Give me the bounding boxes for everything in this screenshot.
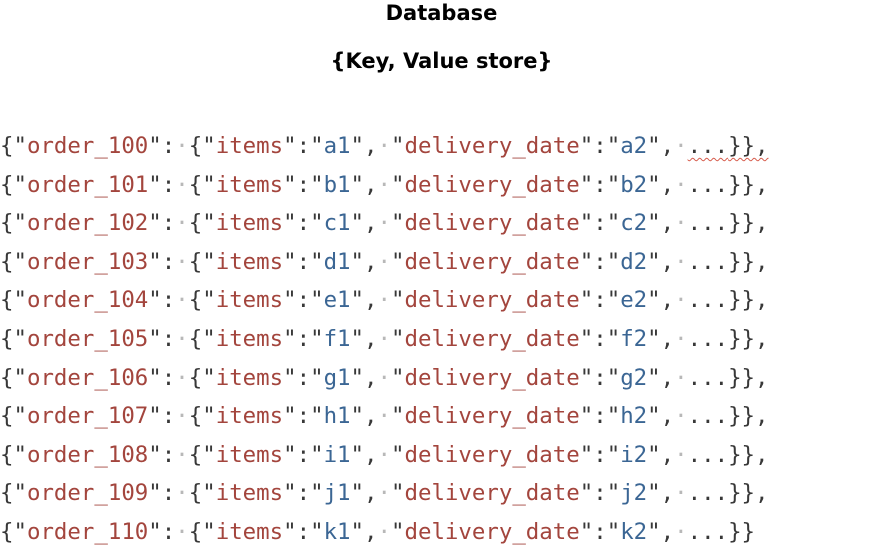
order-key: order_108 [26, 441, 149, 468]
record-line: {"order_102":·{"items":"c1",·"delivery_d… [0, 210, 769, 237]
items-key: items [215, 133, 284, 159]
items-value: h1 [323, 403, 351, 430]
order-key: order_102 [26, 210, 149, 237]
items-value: d1 [323, 248, 351, 275]
items-value: b1 [323, 171, 351, 198]
delivery-date-key: delivery_date [404, 325, 580, 352]
ellipsis: ... [687, 441, 729, 468]
delivery-date-value: a2 [620, 133, 648, 159]
ellipsis: ... [687, 210, 729, 237]
record-terminator: }}, [728, 171, 769, 198]
ellipsis: ... [687, 325, 729, 352]
order-key: order_107 [26, 403, 149, 430]
ellipsis: ... [687, 403, 729, 430]
ellipsis: ... [687, 287, 729, 314]
order-key: order_106 [26, 364, 149, 391]
items-value: e1 [323, 287, 351, 314]
key-value-records: {"order_100":·{"items":"a1",·"delivery_d… [0, 127, 883, 552]
order-key: order_100 [26, 133, 149, 159]
items-value: i1 [323, 441, 351, 468]
delivery-date-value: j2 [620, 480, 648, 507]
record-terminator: }}, [728, 133, 769, 159]
items-key: items [215, 441, 284, 468]
delivery-date-value: b2 [620, 171, 648, 198]
items-value: c1 [323, 210, 351, 237]
record-line: {"order_107":·{"items":"h1",·"delivery_d… [0, 403, 769, 430]
items-key: items [215, 480, 284, 507]
delivery-date-key: delivery_date [404, 171, 580, 198]
delivery-date-value: c2 [620, 210, 648, 237]
items-value: a1 [323, 133, 351, 159]
items-key: items [215, 248, 284, 275]
record-terminator: }}, [728, 441, 769, 468]
record-terminator: }}, [728, 364, 769, 391]
order-key: order_103 [26, 248, 149, 275]
delivery-date-key: delivery_date [404, 287, 580, 314]
record-line: {"order_105":·{"items":"f1",·"delivery_d… [0, 325, 769, 352]
delivery-date-key: delivery_date [404, 210, 580, 237]
delivery-date-key: delivery_date [404, 364, 580, 391]
ellipsis: ... [687, 133, 729, 159]
delivery-date-key: delivery_date [404, 441, 580, 468]
delivery-date-key: delivery_date [404, 518, 580, 545]
ellipsis: ... [687, 364, 729, 391]
order-key: order_105 [26, 325, 149, 352]
items-value: f1 [323, 325, 351, 352]
items-value: g1 [323, 364, 351, 391]
database-diagram: Database {Key, Value store} {"order_100"… [0, 0, 883, 558]
delivery-date-key: delivery_date [404, 403, 580, 430]
items-key: items [215, 364, 284, 391]
ellipsis: ... [687, 518, 729, 545]
items-key: items [215, 403, 284, 430]
order-key: order_104 [26, 287, 149, 314]
items-key: items [215, 518, 284, 545]
order-key: order_109 [26, 480, 149, 507]
items-value: k1 [323, 518, 351, 545]
delivery-date-value: d2 [620, 248, 648, 275]
record-terminator: }}, [728, 287, 769, 314]
record-terminator: }}, [728, 325, 769, 352]
delivery-date-value: f2 [620, 325, 648, 352]
delivery-date-key: delivery_date [404, 480, 580, 507]
record-terminator: }}, [728, 403, 769, 430]
items-key: items [215, 210, 284, 237]
record-line: {"order_103":·{"items":"d1",·"delivery_d… [0, 248, 769, 275]
items-value: j1 [323, 480, 351, 507]
delivery-date-key: delivery_date [404, 248, 580, 275]
items-key: items [215, 171, 284, 198]
items-key: items [215, 287, 284, 314]
record-terminator: }}, [728, 480, 769, 507]
ellipsis: ... [687, 248, 729, 275]
delivery-date-value: k2 [620, 518, 648, 545]
delivery-date-value: i2 [620, 441, 648, 468]
ellipsis: ... [687, 480, 729, 507]
record-terminator: }} [728, 518, 756, 545]
diagram-title: Database [385, 1, 498, 25]
order-key: order_101 [26, 171, 149, 198]
items-key: items [215, 325, 284, 352]
record-line: {"order_106":·{"items":"g1",·"delivery_d… [0, 364, 769, 391]
record-line: {"order_110":·{"items":"k1",·"delivery_d… [0, 518, 756, 545]
order-key: order_110 [26, 518, 149, 545]
diagram-subtitle: {Key, Value store} [330, 49, 553, 73]
delivery-date-value: h2 [620, 403, 648, 430]
record-line: {"order_109":·{"items":"j1",·"delivery_d… [0, 480, 769, 507]
record-terminator: }}, [728, 210, 769, 237]
delivery-date-value: g2 [620, 364, 648, 391]
record-line: {"order_104":·{"items":"e1",·"delivery_d… [0, 287, 769, 314]
record-line: {"order_108":·{"items":"i1",·"delivery_d… [0, 441, 769, 468]
ellipsis: ... [687, 171, 729, 198]
delivery-date-key: delivery_date [404, 133, 580, 159]
record-line: {"order_101":·{"items":"b1",·"delivery_d… [0, 171, 769, 198]
delivery-date-value: e2 [620, 287, 648, 314]
record-line: {"order_100":·{"items":"a1",·"delivery_d… [0, 133, 769, 159]
record-terminator: }}, [728, 248, 769, 275]
